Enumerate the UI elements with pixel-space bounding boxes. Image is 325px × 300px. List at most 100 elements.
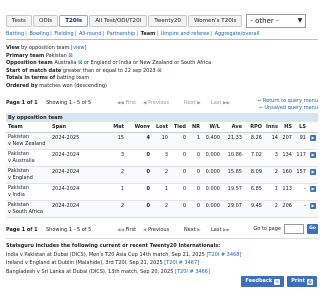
ordered-by-value: matches won (descending)	[39, 82, 107, 89]
won-cell: 0	[126, 183, 152, 201]
go-button[interactable]: Go	[307, 224, 318, 234]
col-span[interactable]: Span	[50, 122, 104, 133]
view-value: by opposition team	[21, 45, 70, 51]
match-link[interactable]: [T20I # 3466]	[175, 269, 210, 275]
match-link[interactable]: [T20I # 3467]	[164, 260, 199, 266]
col-action	[307, 122, 318, 133]
first-link[interactable]: First	[126, 227, 137, 233]
col-mat[interactable]: Mat	[104, 122, 126, 133]
tab-womens-t20is[interactable]: Women's T20Is	[187, 15, 243, 27]
subnav-allround[interactable]: All-round	[79, 31, 102, 37]
note-heading: Statsguru includes the following current…	[6, 243, 221, 249]
opposition-team-label: Opposition team	[6, 60, 53, 67]
feedback-icon: ✉	[274, 278, 281, 285]
rpo-cell: 8.09	[244, 166, 264, 184]
view-toggle-link[interactable]: [view]	[71, 45, 86, 51]
next-link[interactable]: Next	[184, 227, 196, 233]
query-description: View by opposition team [view] Primary t…	[6, 45, 211, 91]
print-button[interactable]: Print ⎙	[287, 276, 317, 287]
lost-cell: 2	[152, 166, 170, 184]
footer-actions: Feedback ✉ Print ⎙	[241, 276, 317, 287]
last-link[interactable]: Last	[211, 100, 221, 106]
rpo-cell: 7.02	[244, 149, 264, 167]
subnav-aggregate[interactable]: Aggregate/overall	[215, 31, 260, 37]
previous-link[interactable]: Previous	[148, 100, 169, 106]
inns-cell: 3	[264, 149, 280, 167]
subnav-partnership[interactable]: Partnership	[107, 31, 136, 37]
match-link[interactable]: [T20I # 3468]	[206, 252, 241, 258]
span-cell: 2024-2024	[50, 166, 104, 184]
tab-odis[interactable]: ODIs	[32, 15, 59, 27]
col-nr[interactable]: NR	[188, 122, 202, 133]
play-icon[interactable]: ▶	[310, 135, 316, 141]
note-line: Bangladesh v Sri Lanka at Dubai (DICS), …	[6, 268, 318, 277]
ls-cell: 91	[293, 132, 308, 150]
first-page-icon: ◀◀	[117, 101, 124, 106]
play-icon[interactable]: ▶	[310, 186, 316, 192]
span-cell: 2024-2024	[50, 183, 104, 201]
totals-value: batting team	[56, 75, 90, 82]
table-row: Pakistan v Australia 2024-2024 3 0 3 0 0 …	[6, 149, 318, 167]
subnav-batting[interactable]: Batting	[6, 31, 24, 37]
tied-cell: 0	[170, 166, 188, 184]
results-table: By opposition team Team Span Mat Won▼ Lo…	[6, 113, 318, 218]
other-select-value: - other -	[250, 17, 279, 25]
tied-cell: 0	[170, 149, 188, 167]
return-to-query-link[interactable]: Return to query menu	[263, 98, 318, 104]
opposition-team-value: Australia	[54, 60, 77, 67]
note-text: India v Pakistan at Dubai (DICS), Men's …	[6, 251, 205, 258]
feedback-button[interactable]: Feedback ✉	[241, 276, 285, 287]
subnav-umpire[interactable]: Umpire and referee	[161, 31, 210, 37]
page-number-input[interactable]	[284, 224, 304, 234]
lost-cell: 10	[152, 132, 170, 150]
col-hs[interactable]: HS	[279, 122, 294, 133]
play-icon[interactable]: ▶	[310, 152, 316, 158]
tab-all-formats[interactable]: All Test/ODI/T20I	[89, 15, 148, 27]
nr-cell: 0	[188, 166, 202, 184]
col-tied[interactable]: Tied	[170, 122, 188, 133]
team-name: Pakistan	[8, 134, 29, 140]
ave-cell: 15.85	[222, 166, 244, 184]
nr-cell: 0	[188, 149, 202, 167]
opposition-name: v New Zealand	[8, 141, 46, 147]
remove-filter-icon[interactable]: ⊠	[157, 68, 161, 74]
col-inns[interactable]: Inns	[264, 122, 280, 133]
tab-t20is[interactable]: T20Is	[59, 15, 89, 27]
note-line: Ireland v England at Dublin (Malahide), …	[6, 259, 318, 268]
nr-cell: 0	[188, 200, 202, 218]
play-icon[interactable]: ▶	[310, 203, 316, 209]
next-link[interactable]: Next	[184, 100, 196, 106]
subnav-fielding[interactable]: Fielding	[54, 31, 73, 37]
col-won[interactable]: Won▼	[126, 122, 152, 133]
col-team[interactable]: Team	[6, 122, 50, 133]
note-text: Ireland v England at Dublin (Malahide), …	[6, 260, 163, 266]
unsaved-query-link[interactable]: Unsaved query menu	[264, 105, 318, 111]
opposition-name: v Australia	[8, 158, 35, 164]
col-rpo[interactable]: RPO	[244, 122, 264, 133]
remove-filter-icon[interactable]: ⊠	[68, 53, 72, 59]
col-lost[interactable]: Lost	[152, 122, 170, 133]
last-link[interactable]: Last	[211, 227, 221, 233]
table-row: Pakistan v India 2024-2024 1 0 1 0 0 0.00…	[6, 183, 318, 201]
col-ls[interactable]: LS	[293, 122, 308, 133]
play-icon[interactable]: ▶	[310, 169, 316, 175]
inns-cell: 1	[264, 183, 280, 201]
previous-link[interactable]: Previous	[148, 227, 169, 233]
span-cell: 2024-2024	[50, 149, 104, 167]
col-wl[interactable]: W/L	[202, 122, 222, 133]
category-subnav: Batting| Bowling| Fielding| All-round| P…	[6, 31, 318, 40]
opposition-name: v England	[8, 175, 33, 181]
mat-cell: 1	[104, 183, 126, 201]
ls-cell: 117	[293, 149, 308, 167]
subnav-bowling[interactable]: Bowling	[29, 31, 49, 37]
wl-cell: 0.000	[202, 200, 222, 218]
col-ave[interactable]: Ave	[222, 122, 244, 133]
remove-filter-icon[interactable]: ⊠	[78, 60, 82, 66]
inns-cell: 14	[264, 132, 280, 150]
row-action-cell: ▶	[307, 149, 318, 167]
first-link[interactable]: First	[126, 100, 137, 106]
tab-twenty20[interactable]: Twenty20	[148, 15, 187, 27]
start-date-value: greater than or equal to 22 sep 2023	[62, 67, 156, 74]
other-format-select[interactable]: - other - ▼	[246, 14, 307, 28]
tab-tests[interactable]: Tests	[6, 15, 32, 27]
